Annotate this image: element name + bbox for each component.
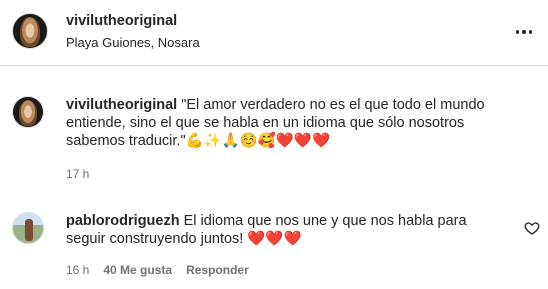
heart-outline-icon[interactable] [524,220,540,236]
comment-avatar[interactable] [12,212,44,244]
comment-likes-count[interactable]: 40 Me gusta [103,263,172,277]
reply-button[interactable]: Responder [186,263,249,277]
author-avatar[interactable] [12,13,48,49]
author-username[interactable]: vivilutheoriginal [66,13,177,29]
comment-username[interactable]: vivilutheoriginal [66,97,177,113]
comment-emojis: ❤️❤️❤️ [247,231,302,247]
comment-avatar[interactable] [12,96,44,128]
post-location[interactable]: Playa Guiones, Nosara [66,35,200,50]
comment-username[interactable]: pablorodriguezh [66,213,180,229]
comment-time[interactable]: 16 h [66,263,89,277]
comment-emojis: 💪✨🙏☺️🥰❤️❤️❤️ [185,133,331,149]
comment-meta: 17 h [66,167,89,181]
comment-body: vivilutheoriginal "El amor verdadero no e… [66,96,516,150]
comment-time[interactable]: 17 h [66,167,89,181]
comment-meta: 16 h 40 Me gusta Responder [66,263,249,277]
more-options-icon[interactable] [514,22,534,42]
comment-body: pablorodriguezh El idioma que nos une y q… [66,212,506,248]
post-header: vivilutheoriginal Playa Guiones, Nosara [0,0,548,66]
